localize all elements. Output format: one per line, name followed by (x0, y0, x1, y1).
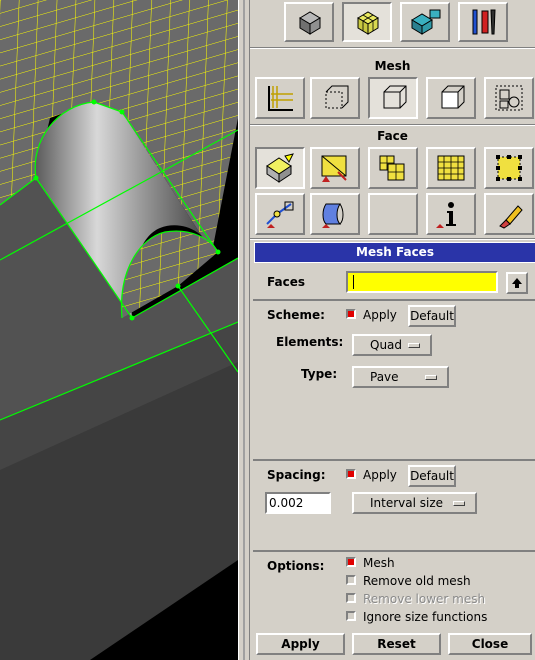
divider (253, 459, 535, 461)
divider (253, 299, 535, 301)
operation-panel: Mesh Face Mesh Faces Faces Scheme: Apply… (250, 0, 535, 660)
tools-icon (472, 9, 496, 35)
spacing-method-value: Interval size (370, 496, 444, 510)
info-icon (436, 202, 456, 228)
move-face-nodes-button[interactable] (255, 193, 305, 235)
scheme-apply-label: Apply (363, 308, 397, 322)
reset-button[interactable]: Reset (352, 633, 441, 655)
type-label: Type: (301, 367, 338, 381)
apply-button[interactable]: Apply (256, 633, 345, 655)
spacing-method-dropdown[interactable]: Interval size (352, 492, 477, 514)
faces-input[interactable] (346, 271, 498, 293)
volume-mesh-icon (383, 85, 407, 109)
mesh-button[interactable] (342, 2, 392, 42)
delete-face-mesh-icon (499, 205, 523, 229)
scheme-apply-checkbox[interactable] (346, 309, 356, 319)
dropdown-indicator-icon (453, 501, 465, 506)
mesh-faces-icon (266, 153, 294, 183)
separator (250, 47, 535, 49)
options-label: Options: (267, 559, 325, 573)
pane-splitter[interactable] (238, 0, 250, 660)
splitter-grip (243, 0, 245, 660)
form-title: Mesh Faces (254, 242, 535, 263)
group-mesh-icon (495, 85, 523, 111)
divider (253, 550, 535, 552)
zones-button[interactable] (400, 2, 450, 42)
edge-mesh-icon (268, 86, 293, 111)
arrow-up-icon (512, 278, 522, 288)
edge-mesh-button[interactable] (255, 77, 305, 119)
close-button[interactable]: Close (448, 633, 532, 655)
option-remove-old-mesh-checkbox[interactable] (346, 575, 356, 585)
delete-face-mesh-button[interactable] (484, 193, 534, 235)
spacing-label: Spacing: (267, 468, 326, 482)
spacing-apply-checkbox[interactable] (346, 469, 356, 479)
option-remove-lower-mesh-checkbox (346, 593, 356, 603)
faces-label: Faces (267, 275, 305, 289)
dropdown-indicator-icon (425, 375, 437, 380)
option-mesh-checkbox[interactable] (346, 557, 356, 567)
group-mesh-button[interactable] (484, 77, 534, 119)
face-mesh-icon (325, 85, 349, 109)
mesh-faces-button[interactable] (255, 147, 305, 189)
block-mesh-icon (441, 85, 465, 109)
modify-face-mesh-button[interactable] (368, 147, 418, 189)
tools-button[interactable] (458, 2, 508, 42)
info-button[interactable] (426, 193, 476, 235)
graphics-viewport[interactable] (0, 0, 238, 660)
link-faces-icon (321, 155, 347, 182)
text-cursor (353, 275, 354, 289)
separator (250, 124, 535, 126)
smooth-face-mesh-button[interactable] (426, 147, 476, 189)
option-mesh-label: Mesh (363, 556, 395, 570)
option-ignore-size-functions-checkbox[interactable] (346, 611, 356, 621)
boundary-zones-icon (411, 9, 441, 35)
blank-button[interactable] (368, 193, 418, 235)
set-element-type-icon (496, 155, 522, 181)
spacing-apply-label: Apply (363, 468, 397, 482)
spacing-default-button[interactable]: Default (408, 465, 456, 487)
option-ignore-size-functions-label: Ignore size functions (363, 610, 488, 624)
elements-value: Quad (370, 338, 403, 352)
spacing-value-input[interactable]: 0.002 (265, 492, 331, 514)
faces-select-button[interactable] (506, 272, 528, 294)
mesh-section-title: Mesh (374, 59, 411, 73)
option-remove-lower-mesh-label: Remove lower mesh (363, 592, 486, 606)
link-faces-button[interactable] (310, 147, 360, 189)
face-mesh-display-button[interactable] (310, 193, 360, 235)
mesh-icon (357, 11, 379, 35)
type-value: Pave (370, 370, 399, 384)
smooth-face-mesh-icon (437, 155, 465, 181)
face-mesh-display-icon (322, 203, 344, 228)
set-element-type-button[interactable] (484, 147, 534, 189)
volume-mesh-button[interactable] (368, 77, 418, 119)
scheme-default-button[interactable]: Default (408, 305, 456, 327)
elements-label: Elements: (276, 335, 344, 349)
face-mesh-button[interactable] (310, 77, 360, 119)
mesh-display[interactable] (0, 0, 238, 660)
move-face-nodes-icon (266, 201, 294, 228)
geometry-icon (299, 11, 321, 35)
geometry-button[interactable] (284, 2, 334, 42)
dropdown-indicator-icon (408, 343, 420, 348)
type-dropdown[interactable]: Pave (352, 366, 449, 388)
option-remove-old-mesh-label: Remove old mesh (363, 574, 471, 588)
separator (250, 238, 535, 240)
modify-face-mesh-icon (379, 155, 405, 181)
face-section-title: Face (377, 129, 408, 143)
elements-dropdown[interactable]: Quad (352, 334, 432, 356)
scheme-label: Scheme: (267, 308, 325, 322)
block-mesh-button[interactable] (426, 77, 476, 119)
